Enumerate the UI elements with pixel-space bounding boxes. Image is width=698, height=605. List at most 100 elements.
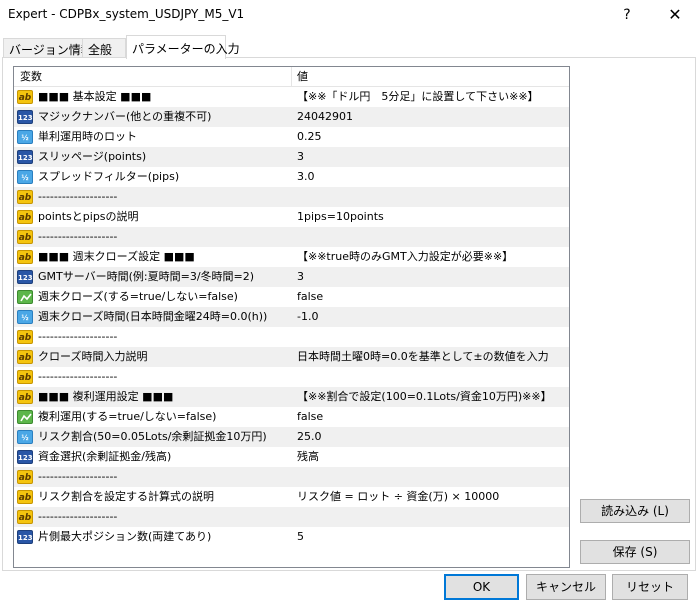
parameter-name: -------------------- <box>38 230 118 243</box>
parameter-name: スリッページ(points) <box>38 150 147 163</box>
parameter-name-cell[interactable]: 複利運用(する=true/しない=false) <box>14 407 292 427</box>
load-button[interactable]: 読み込み (L) <box>580 499 690 523</box>
parameter-row[interactable]: ab -------------------- <box>14 507 569 527</box>
parameter-name-cell[interactable]: ab -------------------- <box>14 367 292 387</box>
parameter-value: 日本時間土曜0時=0.0を基準として±の数値を入力 <box>297 350 549 363</box>
tab-version-info[interactable]: バージョン情報 <box>3 38 93 58</box>
parameter-value-cell[interactable]: false <box>292 287 569 307</box>
parameter-name-cell[interactable]: ab ■■■ 基本設定 ■■■ <box>14 87 292 107</box>
parameter-value-cell[interactable] <box>292 367 569 387</box>
string-type-icon: ab <box>17 250 33 264</box>
parameter-row[interactable]: ½ スプレッドフィルター(pips) 3.0 <box>14 167 569 187</box>
parameter-row[interactable]: ab ■■■ 週末クローズ設定 ■■■ 【※※true時のみGMT入力設定が必要※※… <box>14 247 569 267</box>
parameter-row[interactable]: 123 片側最大ポジション数(両建てあり) 5 <box>14 527 569 547</box>
parameter-name-cell[interactable]: 123 片側最大ポジション数(両建てあり) <box>14 527 292 547</box>
parameter-row[interactable]: 123 マジックナンバー(他との重複不可) 24042901 <box>14 107 569 127</box>
parameter-row[interactable]: ab クローズ時間入力説明 日本時間土曜0時=0.0を基準として±の数値を入力 <box>14 347 569 367</box>
string-type-icon: ab <box>17 470 33 484</box>
save-button[interactable]: 保存 (S) <box>580 540 690 564</box>
parameter-name-cell[interactable]: ab -------------------- <box>14 327 292 347</box>
parameter-value: 3.0 <box>297 170 315 183</box>
parameter-value-cell[interactable]: 【※※「ドル円 5分足」に設置して下さい※※】 <box>292 87 569 107</box>
parameter-value-cell[interactable]: 【※※true時のみGMT入力設定が必要※※】 <box>292 247 569 267</box>
parameter-value-cell[interactable]: 3.0 <box>292 167 569 187</box>
integer-type-icon: 123 <box>17 450 33 464</box>
parameter-value-cell[interactable] <box>292 327 569 347</box>
parameter-value-cell[interactable]: 日本時間土曜0時=0.0を基準として±の数値を入力 <box>292 347 569 367</box>
parameter-value-cell[interactable]: リスク値 = ロット ÷ 資金(万) × 10000 <box>292 487 569 507</box>
parameter-value: リスク値 = ロット ÷ 資金(万) × 10000 <box>297 490 500 503</box>
parameter-value-cell[interactable] <box>292 507 569 527</box>
string-type-icon: ab <box>17 230 33 244</box>
parameter-name: ■■■ 複利運用設定 ■■■ <box>38 390 174 403</box>
parameter-value-cell[interactable] <box>292 227 569 247</box>
help-button[interactable]: ? <box>612 3 642 27</box>
parameter-value-cell[interactable]: false <box>292 407 569 427</box>
column-header-variable[interactable]: 変数 <box>14 67 292 86</box>
parameter-name-cell[interactable]: 123 GMTサーバー時間(例:夏時間=3/冬時間=2) <box>14 267 292 287</box>
parameter-name-cell[interactable]: ab クローズ時間入力説明 <box>14 347 292 367</box>
parameter-row[interactable]: ab -------------------- <box>14 187 569 207</box>
close-button[interactable]: ✕ <box>658 3 692 27</box>
parameter-value-cell[interactable]: 3 <box>292 147 569 167</box>
parameter-name-cell[interactable]: ½ リスク割合(50=0.05Lots/余剰証拠金10万円) <box>14 427 292 447</box>
column-header-value[interactable]: 値 <box>292 67 569 86</box>
parameter-value-cell[interactable] <box>292 187 569 207</box>
parameter-row[interactable]: ab -------------------- <box>14 467 569 487</box>
integer-type-icon: 123 <box>17 530 33 544</box>
parameter-name-cell[interactable]: ½ 週末クローズ時間(日本時間金曜24時=0.0(h)) <box>14 307 292 327</box>
parameter-name-cell[interactable]: 123 資金選択(余剰証拠金/残高) <box>14 447 292 467</box>
parameter-row[interactable]: ab ■■■ 基本設定 ■■■ 【※※「ドル円 5分足」に設置して下さい※※】 <box>14 87 569 107</box>
parameter-name-cell[interactable]: ab -------------------- <box>14 227 292 247</box>
parameter-row[interactable]: ½ リスク割合(50=0.05Lots/余剰証拠金10万円) 25.0 <box>14 427 569 447</box>
parameter-name-cell[interactable]: 123 スリッページ(points) <box>14 147 292 167</box>
parameter-value-cell[interactable]: 24042901 <box>292 107 569 127</box>
parameter-value-cell[interactable]: 残高 <box>292 447 569 467</box>
parameter-row[interactable]: ½ 単利運用時のロット 0.25 <box>14 127 569 147</box>
parameter-row[interactable]: ab -------------------- <box>14 367 569 387</box>
parameter-rows: ab ■■■ 基本設定 ■■■ 【※※「ドル円 5分足」に設置して下さい※※】 123… <box>14 87 569 547</box>
parameter-name-cell[interactable]: ab -------------------- <box>14 187 292 207</box>
tab-parameters[interactable]: パラメーターの入力 <box>126 35 240 59</box>
title-bar: Expert - CDPBx_system_USDJPY_M5_V1 ? ✕ <box>0 0 698 30</box>
parameter-row[interactable]: ab ■■■ 複利運用設定 ■■■ 【※※割合で設定(100=0.1Lots/資金1… <box>14 387 569 407</box>
parameter-value-cell[interactable]: -1.0 <box>292 307 569 327</box>
tab-general[interactable]: 全般 <box>82 38 126 58</box>
parameter-row[interactable]: ab -------------------- <box>14 227 569 247</box>
parameter-name-cell[interactable]: ab -------------------- <box>14 507 292 527</box>
parameter-row[interactable]: 週末クローズ(する=true/しない=false) false <box>14 287 569 307</box>
string-type-icon: ab <box>17 390 33 404</box>
parameter-name-cell[interactable]: ab pointsとpipsの説明 <box>14 207 292 227</box>
parameter-value-cell[interactable]: 【※※割合で設定(100=0.1Lots/資金10万円)※※】 <box>292 387 569 407</box>
parameter-name-cell[interactable]: ab リスク割合を設定する計算式の説明 <box>14 487 292 507</box>
parameter-name-cell[interactable]: ab ■■■ 週末クローズ設定 ■■■ <box>14 247 292 267</box>
parameter-value: -1.0 <box>297 310 319 323</box>
parameter-row[interactable]: ab -------------------- <box>14 327 569 347</box>
parameter-name: 資金選択(余剰証拠金/残高) <box>38 450 172 463</box>
parameter-row[interactable]: 123 スリッページ(points) 3 <box>14 147 569 167</box>
parameter-row[interactable]: 複利運用(する=true/しない=false) false <box>14 407 569 427</box>
parameter-name: -------------------- <box>38 510 118 523</box>
parameter-value: 【※※「ドル円 5分足」に設置して下さい※※】 <box>297 90 539 103</box>
parameter-name-cell[interactable]: 週末クローズ(する=true/しない=false) <box>14 287 292 307</box>
ok-button[interactable]: OK <box>444 574 519 600</box>
parameter-value-cell[interactable]: 25.0 <box>292 427 569 447</box>
parameter-row[interactable]: 123 GMTサーバー時間(例:夏時間=3/冬時間=2) 3 <box>14 267 569 287</box>
parameter-name-cell[interactable]: ½ 単利運用時のロット <box>14 127 292 147</box>
parameter-value-cell[interactable]: 3 <box>292 267 569 287</box>
parameter-row[interactable]: ab pointsとpipsの説明 1pips=10points <box>14 207 569 227</box>
parameter-value-cell[interactable]: 1pips=10points <box>292 207 569 227</box>
parameter-row[interactable]: ½ 週末クローズ時間(日本時間金曜24時=0.0(h)) -1.0 <box>14 307 569 327</box>
parameter-name-cell[interactable]: ab ■■■ 複利運用設定 ■■■ <box>14 387 292 407</box>
parameter-row[interactable]: 123 資金選択(余剰証拠金/残高) 残高 <box>14 447 569 467</box>
parameter-name-cell[interactable]: 123 マジックナンバー(他との重複不可) <box>14 107 292 127</box>
cancel-button[interactable]: キャンセル <box>526 574 606 600</box>
window-title: Expert - CDPBx_system_USDJPY_M5_V1 <box>8 7 245 21</box>
parameter-name-cell[interactable]: ab -------------------- <box>14 467 292 487</box>
parameter-value-cell[interactable]: 0.25 <box>292 127 569 147</box>
parameter-row[interactable]: ab リスク割合を設定する計算式の説明 リスク値 = ロット ÷ 資金(万) × 1… <box>14 487 569 507</box>
parameter-value-cell[interactable] <box>292 467 569 487</box>
parameter-value-cell[interactable]: 5 <box>292 527 569 547</box>
parameter-name-cell[interactable]: ½ スプレッドフィルター(pips) <box>14 167 292 187</box>
reset-button[interactable]: リセット <box>612 574 688 600</box>
